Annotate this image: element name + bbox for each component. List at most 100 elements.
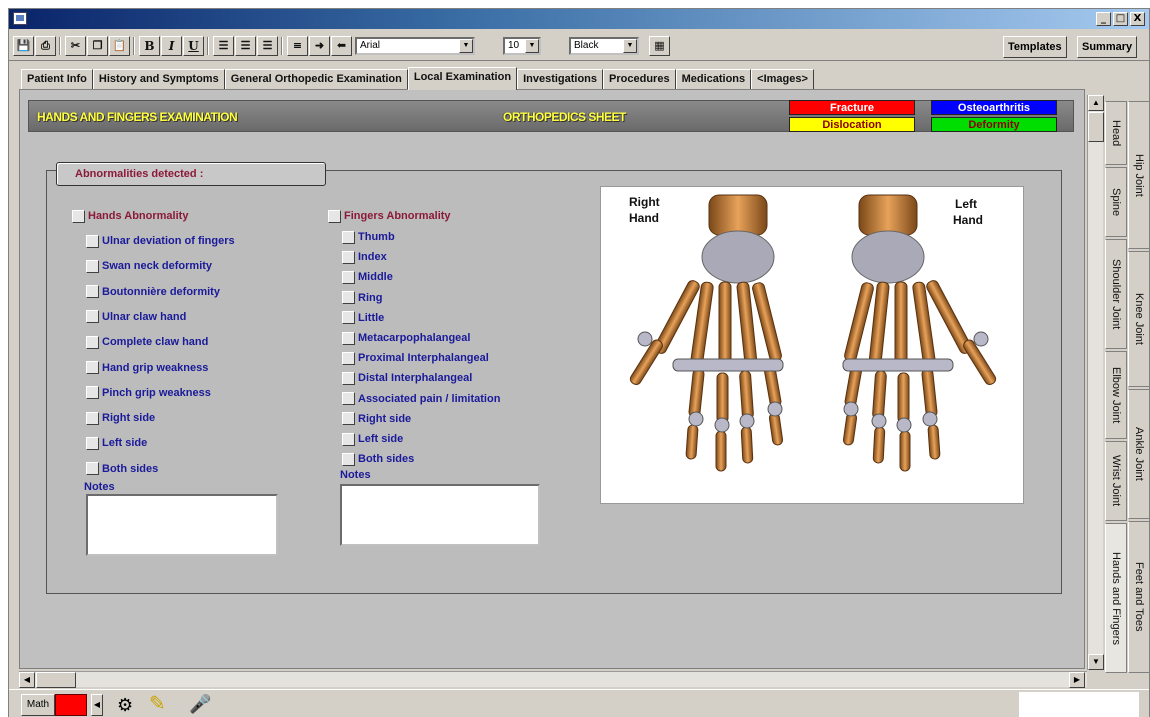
hands-notes-field[interactable] — [86, 494, 278, 556]
fingers-abnormality-checkbox[interactable]: Fingers Abnormality — [328, 208, 451, 224]
scroll-up-icon[interactable]: ▲ — [1088, 95, 1104, 111]
hands-item[interactable]: Hand grip weakness — [86, 360, 208, 376]
checkbox[interactable] — [342, 432, 355, 446]
maximize-button[interactable]: □ — [1113, 12, 1128, 26]
tab-investigations[interactable]: Investigations — [517, 69, 604, 89]
horizontal-scrollbar[interactable]: ◀ ▶ — [19, 671, 1087, 688]
hands-item[interactable]: Right side — [86, 410, 155, 426]
fingers-item[interactable]: Metacarpophalangeal — [342, 330, 470, 346]
checkbox[interactable] — [342, 250, 355, 264]
checkbox[interactable] — [342, 392, 355, 406]
close-button[interactable]: X — [1130, 12, 1145, 26]
scroll-down-icon[interactable]: ▼ — [1088, 654, 1104, 670]
checkbox[interactable] — [86, 436, 99, 450]
checkbox[interactable] — [86, 310, 99, 324]
side-tab-feet-toes[interactable]: Feet and Toes — [1128, 521, 1150, 673]
checkbox[interactable] — [86, 361, 99, 374]
checkbox[interactable] — [342, 331, 355, 345]
vertical-scrollbar[interactable]: ▲ ▼ — [1087, 95, 1104, 670]
checkbox[interactable] — [342, 452, 355, 466]
cut-icon[interactable]: ✂ — [65, 36, 86, 56]
stamp-icon[interactable]: ⚙ — [117, 694, 147, 716]
checkbox[interactable] — [342, 311, 355, 325]
side-tab-knee-joint[interactable]: Knee Joint — [1128, 251, 1150, 387]
tab-patient-info[interactable]: Patient Info — [21, 69, 93, 89]
italic-button[interactable]: I — [161, 36, 182, 56]
bold-button[interactable]: B — [139, 36, 160, 56]
format-icon[interactable]: ▦ — [649, 36, 670, 56]
save-icon[interactable]: 💾 — [13, 36, 34, 56]
bullets-icon[interactable]: ≡ — [287, 36, 308, 56]
fingers-item[interactable]: Proximal Interphalangeal — [342, 350, 489, 366]
math-button[interactable]: Math — [21, 694, 55, 716]
side-tab-wrist-joint[interactable]: Wrist Joint — [1105, 441, 1127, 521]
fingers-item[interactable]: Little — [342, 310, 384, 326]
tab-history-symptoms[interactable]: History and Symptoms — [92, 69, 225, 89]
paste-icon[interactable]: 📋 — [109, 36, 130, 56]
fingers-item[interactable]: Right side — [342, 411, 411, 427]
scroll-right-icon[interactable]: ▶ — [1069, 672, 1085, 688]
side-tab-elbow-joint[interactable]: Elbow Joint — [1105, 351, 1127, 439]
align-right-icon[interactable]: ☰ — [257, 36, 278, 56]
fingers-item[interactable]: Index — [342, 249, 387, 265]
hands-item[interactable]: Ulnar deviation of fingers — [86, 233, 235, 249]
checkbox[interactable] — [328, 209, 341, 223]
hands-item[interactable]: Boutonnière deformity — [86, 284, 220, 300]
align-center-icon[interactable]: ☰ — [235, 36, 256, 56]
hands-item[interactable]: Complete claw hand — [86, 334, 208, 350]
side-tab-spine[interactable]: Spine — [1105, 167, 1127, 237]
side-tab-hands-fingers[interactable]: Hands and Fingers — [1105, 523, 1127, 673]
copy-icon[interactable]: ❐ — [87, 36, 108, 56]
checkbox[interactable] — [342, 351, 355, 365]
tab-images[interactable]: <Images> — [751, 69, 814, 89]
chevron-down-icon[interactable]: ▼ — [459, 39, 473, 53]
fingers-item[interactable]: Both sides — [342, 451, 414, 467]
checkbox[interactable] — [86, 386, 99, 400]
tab-medications[interactable]: Medications — [675, 69, 752, 89]
print-icon[interactable]: ⎙ — [35, 36, 56, 56]
scroll-left-icon[interactable]: ◀ — [19, 672, 35, 688]
scroll-thumb[interactable] — [1088, 112, 1104, 142]
tab-local-examination[interactable]: Local Examination — [407, 67, 518, 90]
font-color-select[interactable]: Black ▼ — [569, 37, 639, 55]
fingers-item[interactable]: Middle — [342, 269, 393, 285]
side-tab-hip-joint[interactable]: Hip Joint — [1128, 101, 1150, 249]
color-swatch[interactable] — [55, 694, 87, 716]
chevron-down-icon[interactable]: ▼ — [623, 39, 637, 53]
side-tab-shoulder-joint[interactable]: Shoulder Joint — [1105, 239, 1127, 349]
indent-icon[interactable]: ➜ — [309, 36, 330, 56]
templates-button[interactable]: Templates — [1003, 36, 1067, 58]
checkbox[interactable] — [86, 259, 99, 273]
minimize-button[interactable]: _ — [1096, 12, 1111, 26]
side-tab-head[interactable]: Head — [1105, 101, 1127, 165]
summary-button[interactable]: Summary — [1077, 36, 1138, 58]
checkbox[interactable] — [342, 371, 355, 385]
pencil-icon[interactable]: ✎ — [149, 692, 177, 716]
hands-item[interactable]: Swan neck deformity — [86, 258, 212, 274]
checkbox[interactable] — [72, 209, 85, 223]
hscroll-thumb[interactable] — [36, 672, 76, 688]
fingers-notes-field[interactable] — [340, 484, 540, 546]
hands-item[interactable]: Left side — [86, 435, 147, 451]
hands-item[interactable]: Both sides — [86, 461, 158, 477]
underline-button[interactable]: U — [183, 36, 204, 56]
font-name-select[interactable]: Arial ▼ — [355, 37, 475, 55]
hands-item[interactable]: Ulnar claw hand — [86, 309, 186, 325]
fingers-item[interactable]: Distal Interphalangeal — [342, 370, 472, 386]
chevron-down-icon[interactable]: ▼ — [525, 39, 539, 53]
tab-general-exam[interactable]: General Orthopedic Examination — [224, 69, 408, 89]
fingers-item[interactable]: Left side — [342, 431, 403, 447]
outdent-icon[interactable]: ⬅ — [331, 36, 352, 56]
checkbox[interactable] — [342, 270, 355, 284]
checkbox[interactable] — [86, 411, 99, 425]
checkbox[interactable] — [342, 412, 355, 426]
checkbox[interactable] — [342, 230, 355, 244]
font-size-select[interactable]: 10 ▼ — [503, 37, 541, 55]
microphone-icon[interactable]: 🎤 — [189, 692, 217, 716]
side-tab-ankle-joint[interactable]: Ankle Joint — [1128, 389, 1150, 519]
checkbox[interactable] — [86, 285, 99, 299]
checkbox[interactable] — [86, 462, 99, 476]
checkbox[interactable] — [86, 234, 99, 248]
hands-abnormality-checkbox[interactable]: Hands Abnormality — [72, 208, 188, 224]
fingers-item[interactable]: Ring — [342, 290, 382, 306]
